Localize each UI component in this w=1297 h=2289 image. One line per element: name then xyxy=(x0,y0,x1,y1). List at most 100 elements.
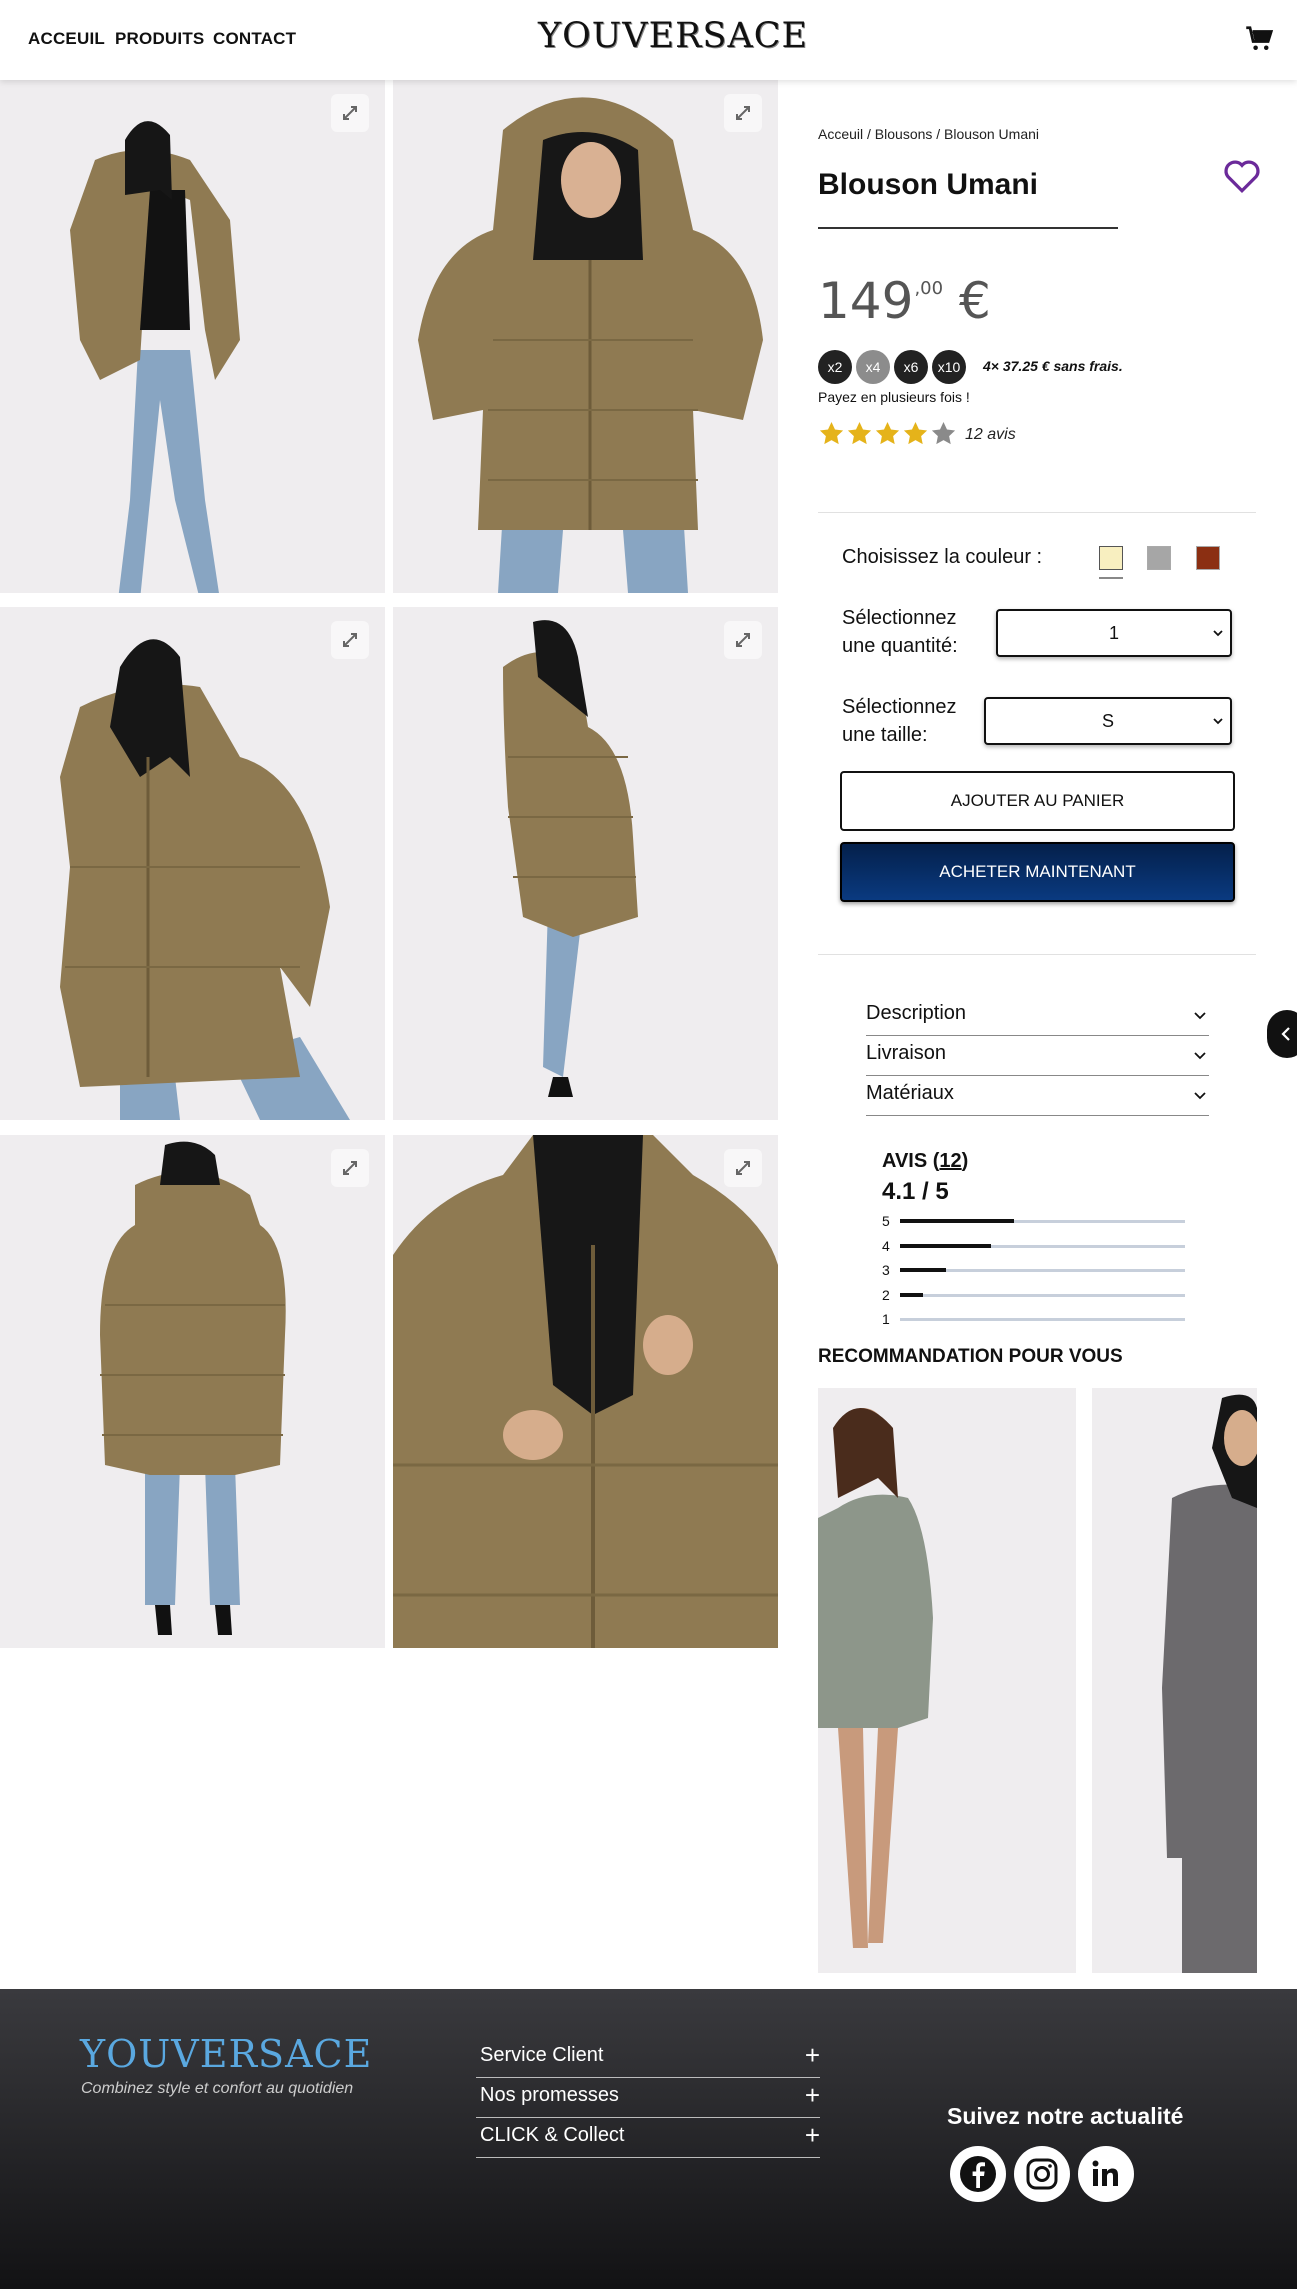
photo-green-dress xyxy=(818,1388,1076,1973)
product-photo-back[interactable] xyxy=(0,1135,385,1648)
star-filled-icon xyxy=(846,420,873,447)
reviews-score: 4.1 / 5 xyxy=(882,1178,949,1205)
expand-icon[interactable] xyxy=(724,1149,762,1187)
quantity-label-line1: Sélectionnez xyxy=(842,607,957,629)
quantity-select[interactable]: 1 xyxy=(996,609,1232,657)
color-swatch-grey[interactable] xyxy=(1147,546,1171,570)
cart-icon[interactable] xyxy=(1245,24,1275,54)
installment-x4[interactable]: x4 xyxy=(856,350,890,384)
footer-link-nos-promesses[interactable]: Nos promesses + xyxy=(476,2078,820,2118)
nav-accueil[interactable]: ACCEUIL xyxy=(28,29,105,49)
reviews-count-link[interactable]: 12 avis xyxy=(965,426,1016,444)
installment-x10[interactable]: x10 xyxy=(932,350,966,384)
rating-bar-label: 5 xyxy=(882,1213,890,1229)
size-select[interactable]: S xyxy=(984,697,1232,745)
rating-bar-track xyxy=(900,1243,1185,1248)
chevron-down-icon xyxy=(1194,1012,1206,1020)
heart-icon[interactable] xyxy=(1222,158,1266,198)
recommendations-title: RECOMMANDATION POUR VOUS xyxy=(818,1346,1123,1367)
rating-bar-fill xyxy=(900,1268,946,1272)
star-filled-icon xyxy=(874,420,901,447)
installment-x6[interactable]: x6 xyxy=(894,350,928,384)
color-swatch-rust[interactable] xyxy=(1196,546,1220,570)
site-header: ACCEUIL PRODUITS CONTACT YOUVERSACE xyxy=(0,0,1297,80)
price-currency: € xyxy=(958,272,991,330)
size-label-line2: une taille: xyxy=(842,724,928,746)
product-photo-side[interactable] xyxy=(393,607,778,1120)
instagram-icon[interactable] xyxy=(1014,2146,1070,2202)
product-photo-front-open[interactable] xyxy=(0,80,385,593)
rating-bar-fill xyxy=(900,1243,992,1248)
divider xyxy=(818,954,1256,955)
footer-link-label: Service Client xyxy=(480,2044,604,2066)
recommendation-card-dress[interactable] xyxy=(818,1388,1076,1973)
footer-link-service-client[interactable]: Service Client + xyxy=(476,2038,820,2078)
rating-bar-row: 5 xyxy=(882,1213,1185,1229)
rating-bar-row: 3 xyxy=(882,1262,1185,1278)
rating-stars xyxy=(818,420,958,448)
installment-x2[interactable]: x2 xyxy=(818,350,852,384)
nav-contact[interactable]: CONTACT xyxy=(213,29,296,49)
footer-link-label: CLICK & Collect xyxy=(480,2124,625,2146)
rating-bar-track xyxy=(900,1268,1185,1272)
rating-bar-label: 3 xyxy=(882,1262,890,1278)
side-panel-toggle[interactable] xyxy=(1267,1010,1297,1058)
price-cents: ,00 xyxy=(914,278,944,299)
footer-link-click-collect[interactable]: CLICK & Collect + xyxy=(476,2118,820,2158)
buy-now-button[interactable]: ACHETER MAINTENANT xyxy=(840,842,1235,902)
quantity-label: Sélectionnez une quantité: xyxy=(842,604,958,660)
chevron-down-icon xyxy=(1213,718,1223,725)
pay-multiple-text: Payez en plusieurs fois ! xyxy=(818,389,970,405)
follow-us-title: Suivez notre actualité xyxy=(947,2103,1184,2129)
color-swatch-cream[interactable] xyxy=(1099,546,1123,570)
size-value: S xyxy=(1101,711,1114,731)
accordion-livraison[interactable]: Livraison xyxy=(866,1036,1209,1076)
expand-icon[interactable] xyxy=(331,1149,369,1187)
quantity-value: 1 xyxy=(1108,623,1119,643)
recommendation-card-blazer[interactable] xyxy=(1092,1388,1257,1973)
expand-icon[interactable] xyxy=(724,621,762,659)
chevron-down-icon xyxy=(1194,1092,1206,1100)
product-photo-hood-up[interactable] xyxy=(393,80,778,593)
nav-produits[interactable]: PRODUITS xyxy=(115,29,204,49)
reviews-title: AVIS (12) xyxy=(882,1150,968,1173)
footer-logo[interactable]: YOUVERSACE xyxy=(80,2032,372,2076)
star-filled-icon xyxy=(902,420,929,447)
star-empty-icon xyxy=(930,420,957,447)
facebook-icon[interactable] xyxy=(950,2146,1006,2202)
reviews-title-count[interactable]: 12 xyxy=(939,1150,961,1172)
expand-icon[interactable] xyxy=(331,94,369,132)
reviews-title-prefix: AVIS ( xyxy=(882,1150,940,1172)
installment-info: 4× 37.25 € sans frais. xyxy=(983,358,1123,374)
breadcrumb[interactable]: Acceuil / Blousons / Blouson Umani xyxy=(818,126,1039,142)
chevron-down-icon xyxy=(1194,1052,1206,1060)
product-price: 149,00 € xyxy=(818,272,991,330)
linkedin-icon[interactable] xyxy=(1078,2146,1134,2202)
rating-bar-fill xyxy=(900,1219,1014,1223)
color-label: Choisissez la couleur : xyxy=(842,546,1043,568)
expand-icon[interactable] xyxy=(331,621,369,659)
size-label: Sélectionnez une taille: xyxy=(842,693,957,749)
expand-icon[interactable] xyxy=(724,94,762,132)
site-logo[interactable]: YOUVERSACE xyxy=(538,16,808,56)
rating-bar-track xyxy=(900,1219,1185,1223)
footer-tagline: Combinez style et confort au quotidien xyxy=(81,2080,354,2097)
rating-bar-row: 2 xyxy=(882,1287,1185,1303)
star-filled-icon xyxy=(818,420,845,447)
rating-bar-track xyxy=(900,1318,1185,1321)
accordion-description[interactable]: Description xyxy=(866,996,1209,1036)
plus-icon: + xyxy=(804,2040,820,2070)
product-photo-front-pocket[interactable] xyxy=(0,607,385,1120)
accordion-label: Matériaux xyxy=(866,1082,954,1104)
title-divider xyxy=(818,227,1118,229)
photo-grey-blazer xyxy=(1092,1388,1257,1973)
footer-link-label: Nos promesses xyxy=(480,2084,619,2106)
accordion-materiaux[interactable]: Matériaux xyxy=(866,1076,1209,1116)
rating-bar-track xyxy=(900,1292,1185,1297)
selected-color-indicator xyxy=(1099,577,1123,579)
add-to-cart-button[interactable]: AJOUTER AU PANIER xyxy=(840,771,1235,831)
rating-bar-row: 4 xyxy=(882,1237,1185,1254)
divider xyxy=(818,512,1256,513)
rating-bar-label: 4 xyxy=(882,1237,890,1254)
product-photo-closeup[interactable] xyxy=(393,1135,778,1648)
